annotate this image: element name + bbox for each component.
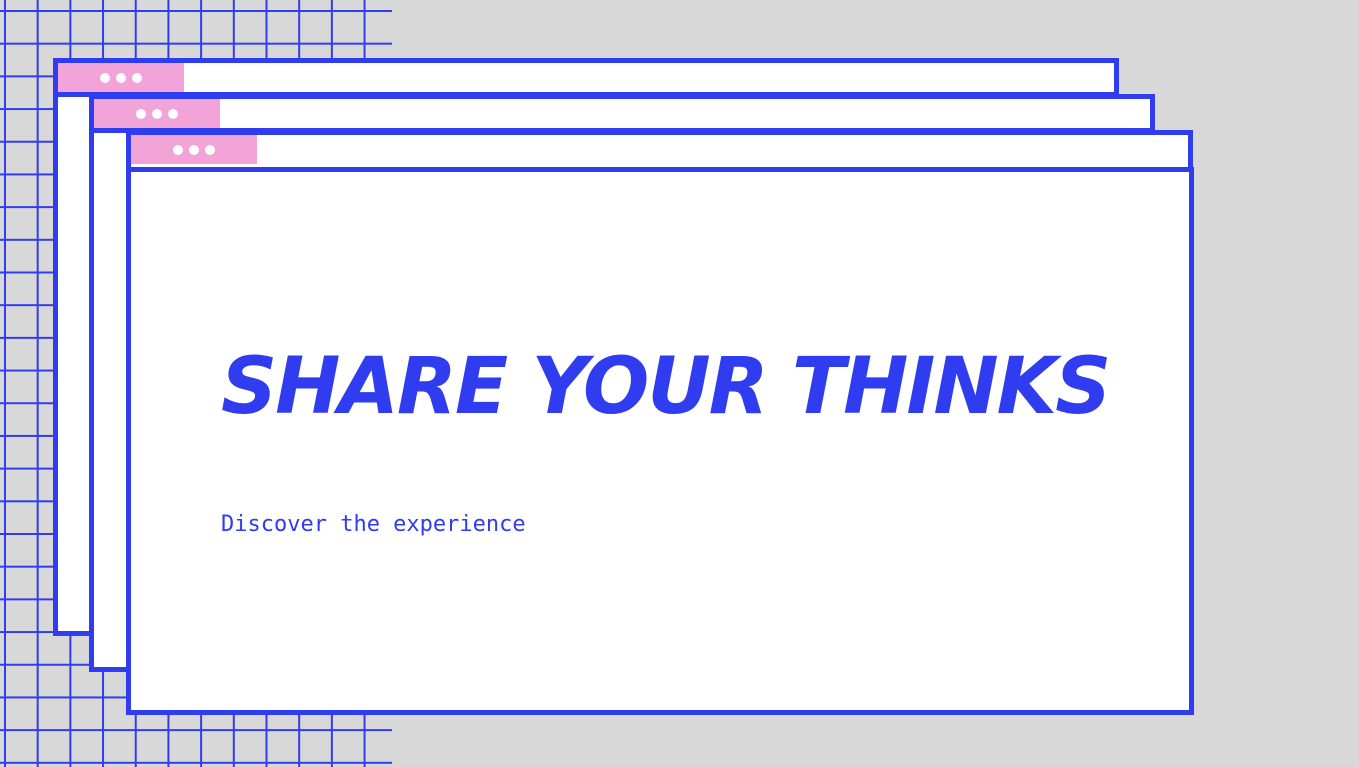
window-titlebar bbox=[58, 63, 1114, 97]
dot-icon bbox=[168, 108, 178, 119]
dot-icon bbox=[100, 72, 110, 83]
window-tab bbox=[131, 135, 257, 164]
window-tab bbox=[94, 99, 220, 128]
dot-icon bbox=[136, 108, 146, 119]
window-titlebar bbox=[131, 135, 1188, 164]
page-subtitle: Discover the experience bbox=[221, 512, 526, 537]
window-titlebar bbox=[94, 99, 1150, 133]
dot-icon bbox=[152, 108, 162, 119]
window-tab bbox=[58, 63, 184, 92]
dot-icon bbox=[189, 144, 199, 155]
dot-icon bbox=[132, 72, 142, 83]
main-window: SHARE YOUR THINKS Discover the experienc… bbox=[126, 167, 1194, 715]
dot-icon bbox=[173, 144, 183, 155]
dot-icon bbox=[116, 72, 126, 83]
page-title: SHARE YOUR THINKS bbox=[221, 342, 1111, 432]
dot-icon bbox=[205, 144, 215, 155]
